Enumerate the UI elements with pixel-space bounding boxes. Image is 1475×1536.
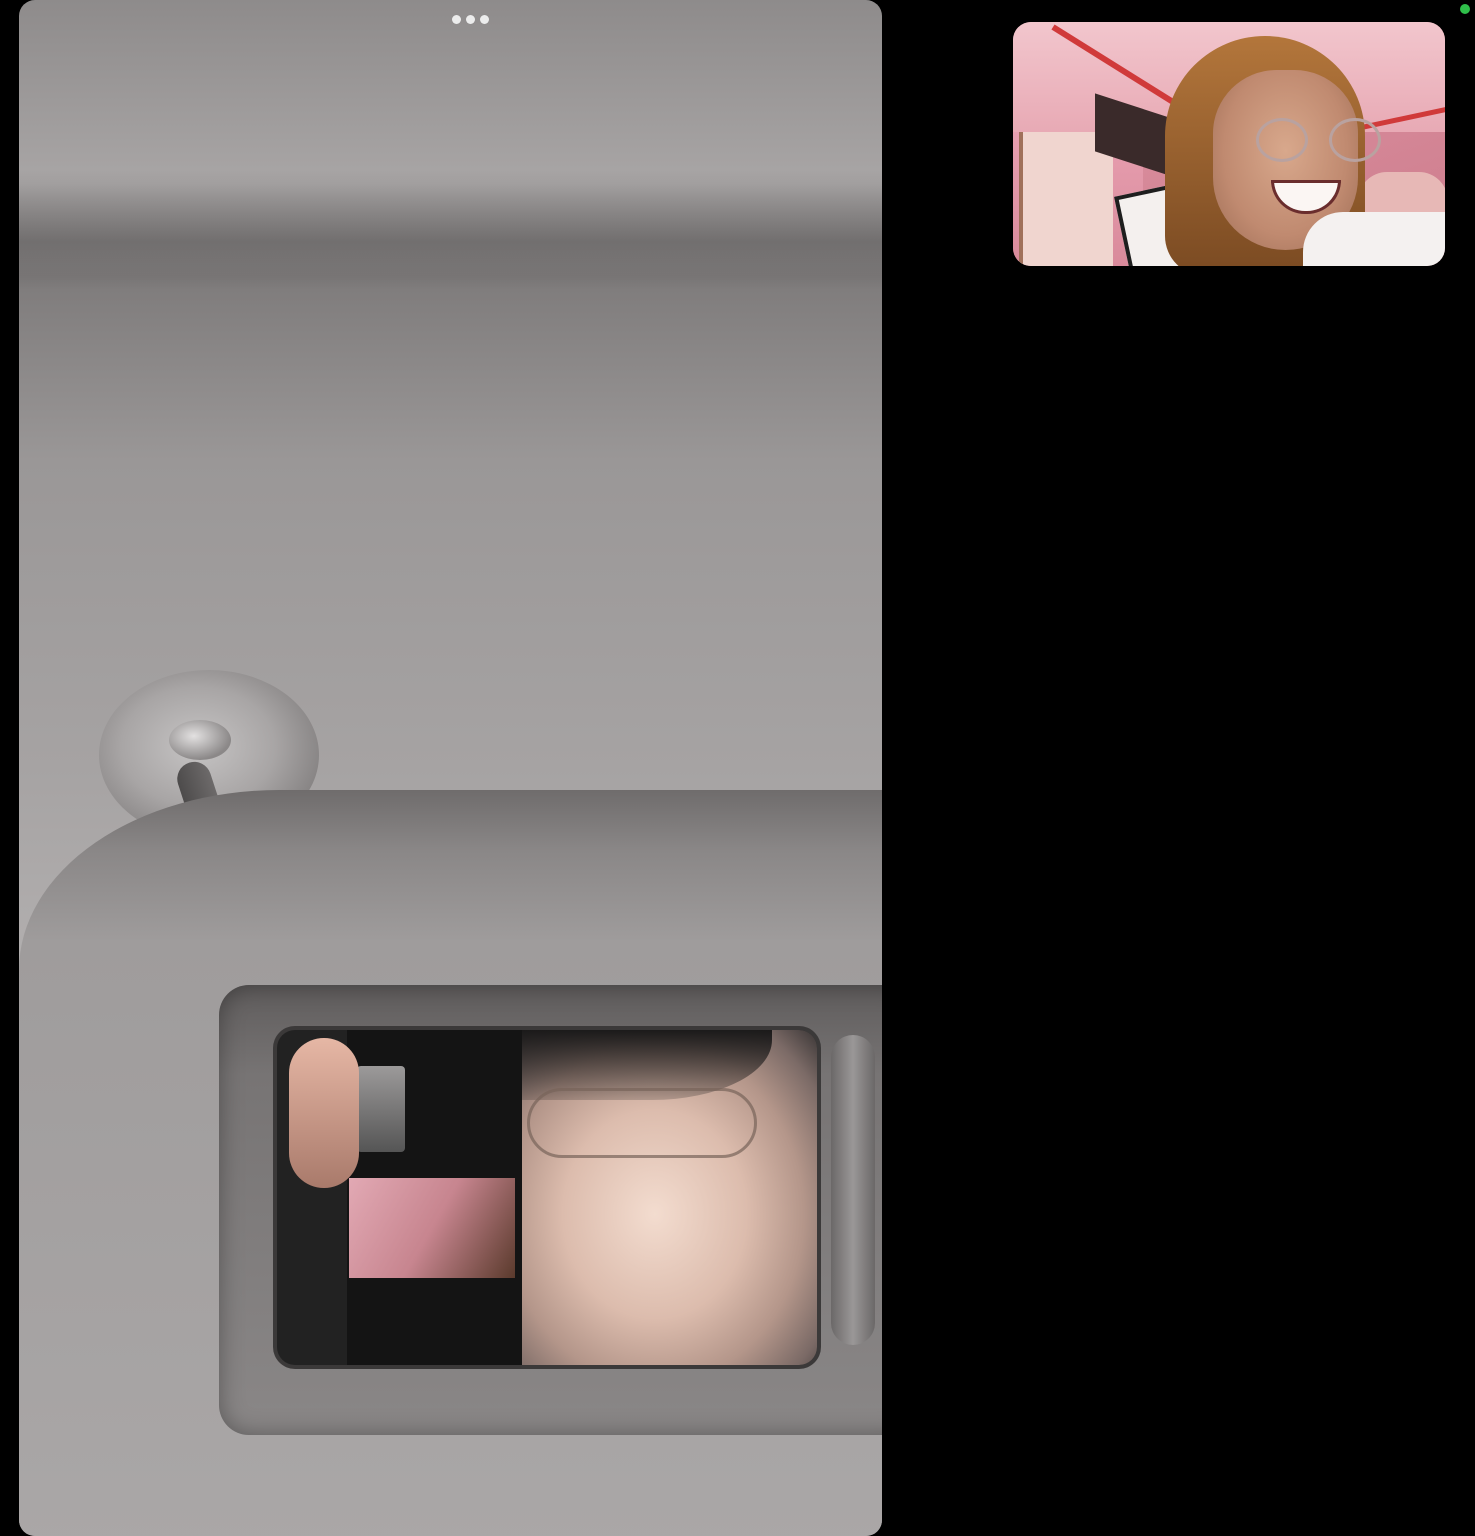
visor-slot bbox=[831, 1035, 875, 1345]
video-call-screen bbox=[0, 0, 1475, 1536]
more-dots-icon bbox=[479, 14, 489, 24]
phone-video-reflection bbox=[349, 1178, 515, 1278]
glasses-reflection bbox=[527, 1088, 757, 1158]
phone-pip-reflection bbox=[357, 1066, 405, 1152]
visor-mirror bbox=[277, 1030, 817, 1365]
more-dots-icon bbox=[451, 14, 461, 24]
self-view-video[interactable] bbox=[1013, 22, 1445, 266]
phone-reflection bbox=[347, 1030, 522, 1365]
car-ceiling bbox=[19, 170, 882, 290]
glasses-right-lens bbox=[1329, 118, 1381, 162]
more-dots-icon bbox=[465, 14, 475, 24]
glasses-left-lens bbox=[1256, 118, 1308, 162]
hand-reflection bbox=[289, 1038, 359, 1188]
ceiling-hook-pin bbox=[169, 720, 231, 760]
more-options-button[interactable] bbox=[445, 8, 495, 30]
person-shirt bbox=[1303, 212, 1445, 266]
camera-active-indicator bbox=[1460, 4, 1470, 14]
main-video-feed[interactable] bbox=[19, 0, 882, 1536]
